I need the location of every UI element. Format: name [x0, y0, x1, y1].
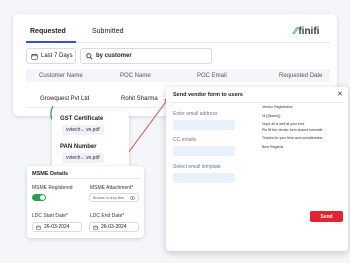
ldc-start-label: LDC Start Date*: [32, 213, 68, 219]
close-icon[interactable]: ✕: [337, 90, 343, 98]
toggle-knob: [40, 195, 45, 200]
calendar-icon: [93, 225, 98, 230]
preview-line: Hi {{Name}},: [262, 113, 282, 118]
email-template-select[interactable]: [173, 173, 235, 183]
email-input[interactable]: [173, 120, 235, 130]
preview-line: Vendor Registration: [262, 105, 293, 109]
email-template-preview: Vendor Registration Hi {{Name}}, Hope al…: [262, 105, 340, 189]
modal-title: Send vendor form to users: [173, 92, 243, 98]
gst-certificate-title: GST Certificate: [60, 116, 104, 122]
msme-title: MSME Details: [32, 171, 69, 177]
ldc-end-label: LDC End Date*: [90, 213, 125, 219]
eye-icon[interactable]: [130, 195, 135, 200]
pan-file-chip[interactable]: vvtech... ve.pdf: [62, 153, 104, 163]
preview-line: Pls fill the vendor form shared herewith…: [262, 127, 324, 132]
msme-attachment-label: MSME Attachment*: [90, 185, 134, 191]
template-label: Select email template: [173, 164, 221, 170]
ldc-start-date-input[interactable]: 26-03-2024: [32, 222, 82, 232]
gst-file-chip[interactable]: vvtech... ve.pdf: [62, 125, 104, 135]
ldc-start-value: 26-03-2024: [44, 224, 70, 230]
preview-line: Thanks for your time and consideration.: [262, 136, 324, 140]
ldc-end-value: 26-03-2024: [101, 224, 127, 230]
msme-registered-toggle[interactable]: [32, 194, 46, 201]
cc-emails-input[interactable]: [173, 146, 235, 156]
msme-registered-label: MSME Registered: [32, 185, 73, 191]
email-label: Enter email address: [173, 111, 218, 117]
cc-label: CC emails: [173, 137, 197, 143]
send-button[interactable]: Send: [310, 211, 343, 222]
modal-divider: [170, 102, 344, 103]
preview-line: Best Regards: [262, 144, 284, 149]
ldc-end-date-input[interactable]: 26-03-2024: [89, 222, 139, 232]
pan-number-title: PAN Number: [60, 144, 97, 150]
msme-divider: [31, 178, 141, 179]
msme-attachment-dropzone[interactable]: Browse or drop files: [89, 193, 139, 202]
calendar-icon: [36, 225, 41, 230]
attachment-placeholder: Browse or drop files: [93, 195, 124, 200]
